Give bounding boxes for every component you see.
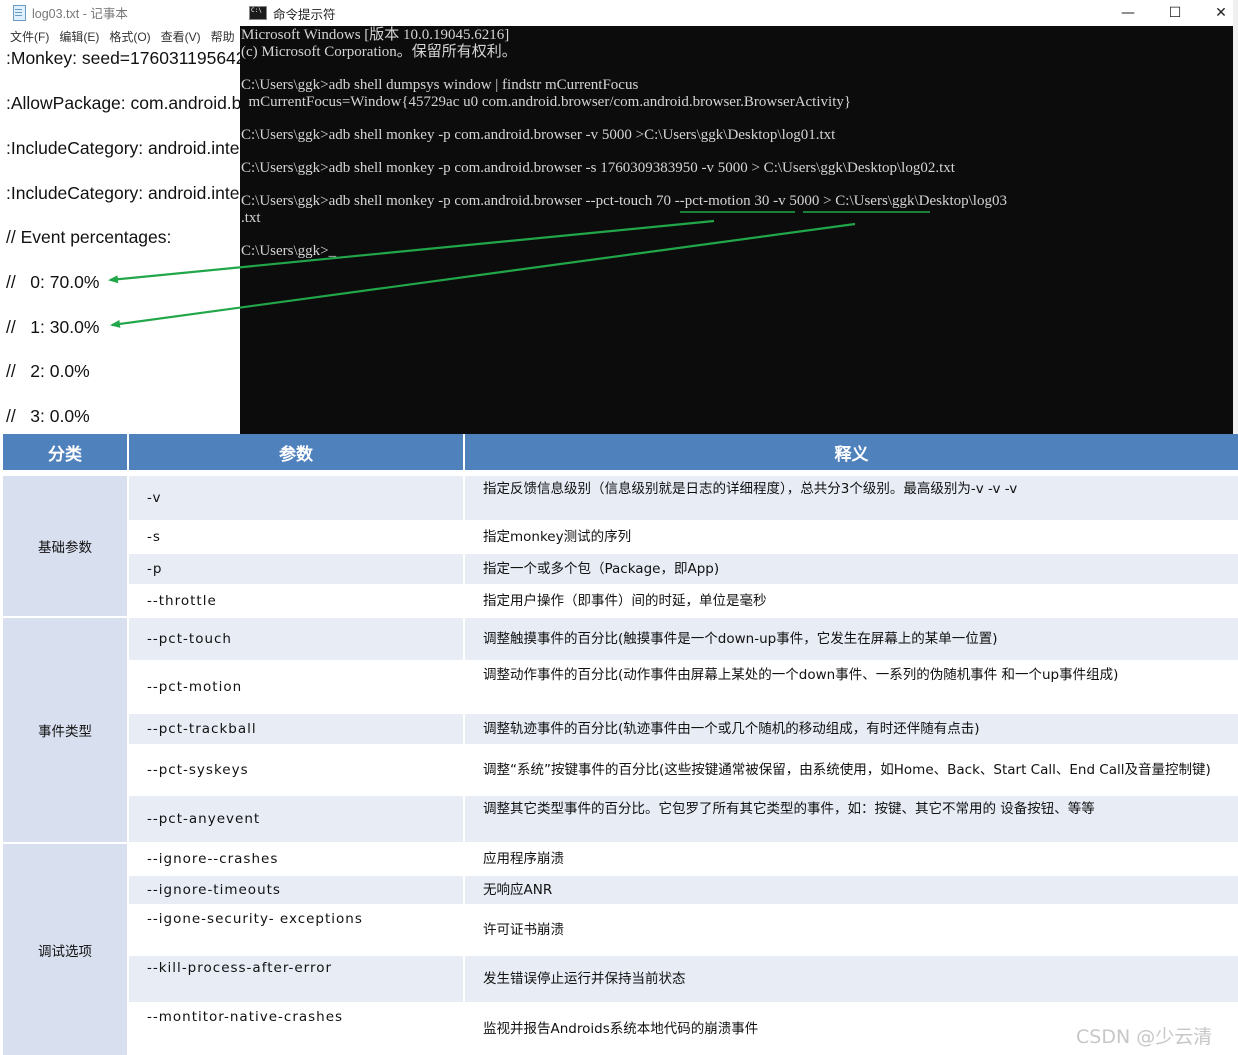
console-prompt-line: C:\Users\ggk>_ [241,243,337,259]
param-cell-v: -v [129,476,463,520]
header-parameter: 参数 [129,434,463,470]
log-line: :IncludeCategory: android.intent.categor… [6,183,242,203]
log-line: // Event percentages: [6,227,172,247]
cmd-titlebar[interactable]: C:\ 命令提示符 — ☐ ✕ [240,0,1233,26]
param-cell-pct-syskeys: --pct-syskeys [129,746,463,794]
param-cell-pct-touch: --pct-touch [129,618,463,660]
desc-cell-throttle: 指定用户操作（即事件）间的时延，单位是毫秒 [465,586,1238,616]
category-event-types: 事件类型 [3,618,127,842]
param-cell-p: -p [129,554,463,584]
category-debug-options: 调试选项 [3,844,127,1055]
cmd-console[interactable]: Microsoft Windows [版本 10.0.19045.6216] (… [240,27,1233,434]
param-cell-s: -s [129,522,463,552]
menu-help[interactable]: 帮助 [211,28,235,45]
param-cell-ignore-timeouts: --ignore-timeouts [129,876,463,904]
desc-cell-s: 指定monkey测试的序列 [465,522,1238,552]
console-line: Microsoft Windows [版本 10.0.19045.6216] [241,27,510,43]
menu-format[interactable]: 格式(O) [109,28,150,45]
param-cell-pct-motion: --pct-motion [129,662,463,712]
cmd-app-icon: C:\ [249,6,267,20]
notepad-titlebar[interactable]: log03.txt - 记事本 [0,0,242,24]
param-cell-ignore-security-exceptions: --igone-security- exceptions [129,906,463,954]
header-category: 分类 [3,434,127,470]
monkey-parameter-table: 分类 参数 释义 基础参数 事件类型 调试选项 -v 指定反馈信息级别（信息级别就… [3,434,1238,1055]
menu-edit[interactable]: 编辑(E) [59,28,99,45]
cmd-title: 命令提示符 [273,7,336,22]
desc-cell-pct-trackball: 调整轨迹事件的百分比(轨迹事件由一个或几个随机的移动组成，有时还伴随有点击) [465,714,1238,744]
menu-file[interactable]: 文件(F) [10,28,49,45]
close-button[interactable]: ✕ [1198,0,1233,26]
log-line-event-1: // 1: 30.0% [6,317,100,337]
notepad-app-icon [12,4,26,21]
log-line: :IncludeCategory: android.intent.categor… [6,138,242,158]
param-cell-ignore-crashes: --ignore--crashes [129,844,463,874]
param-cell-kill-process-after-error: --kill-process-after-error [129,956,463,1002]
notepad-window: log03.txt - 记事本 文件(F) 编辑(E) 格式(O) 查看(V) … [0,0,242,434]
desc-cell-v: 指定反馈信息级别（信息级别就是日志的详细程度），总共分3个级别。最高级别为-v … [465,476,1238,520]
param-cell-pct-trackball: --pct-trackball [129,714,463,744]
notepad-text-area[interactable]: :Monkey: seed=1760311956427 :AllowPackag… [0,44,242,434]
notepad-menubar: 文件(F) 编辑(E) 格式(O) 查看(V) 帮助 [0,26,242,46]
console-line: (c) Microsoft Corporation。保留所有权利。 [241,44,517,60]
minimize-button[interactable]: — [1105,0,1151,26]
desc-cell-p: 指定一个或多个包（Package，即App) [465,554,1238,584]
cmd-scrollbar[interactable] [1233,0,1238,434]
maximize-button[interactable]: ☐ [1152,0,1198,26]
log-line-event-2: // 2: 0.0% [6,361,90,381]
desc-cell-kill-process-after-error: 发生错误停止运行并保持当前状态 [465,956,1238,1002]
desc-cell-pct-syskeys: 调整“系统”按键事件的百分比(这些按键通常被保留，由系统使用，如Home、Bac… [465,746,1238,794]
watermark: CSDN @少云清 [1076,1026,1213,1048]
log-line: :AllowPackage: com.android.browser [6,93,242,113]
console-line: C:\Users\ggk>adb shell dumpsys window | … [241,77,639,93]
desc-cell-pct-motion: 调整动作事件的百分比(动作事件由屏幕上某处的一个down事件、一系列的伪随机事件… [465,662,1238,712]
param-cell-monitor-native-crashes: --montitor-native-crashes [129,1004,463,1055]
menu-view[interactable]: 查看(V) [161,28,201,45]
desc-cell-pct-anyevent: 调整其它类型事件的百分比。它包罗了所有其它类型的事件，如：按键、其它不常用的 设… [465,796,1238,842]
header-description: 释义 [465,434,1238,470]
desc-cell-ignore-timeouts: 无响应ANR [465,876,1238,904]
log-line: :Monkey: seed=1760311956427 [6,48,242,68]
desc-cell-ignore-security-exceptions: 许可证书崩溃 [465,906,1238,954]
log-line-event-0: // 0: 70.0% [6,272,100,292]
console-line: C:\Users\ggk>adb shell monkey -p com.and… [241,160,955,176]
log-line-event-3: // 3: 0.0% [6,406,90,426]
desc-cell-ignore-crashes: 应用程序崩溃 [465,844,1238,874]
param-cell-pct-anyevent: --pct-anyevent [129,796,463,842]
desc-cell-pct-touch: 调整触摸事件的百分比(触摸事件是一个down-up事件，它发生在屏幕上的某单一位… [465,618,1238,660]
console-line: C:\Users\ggk>adb shell monkey -p com.and… [241,127,836,143]
command-prompt-window: C:\ 命令提示符 — ☐ ✕ Microsoft Windows [版本 10… [240,0,1233,434]
category-basic: 基础参数 [3,476,127,616]
notepad-title: log03.txt - 记事本 [32,6,128,21]
console-line: mCurrentFocus=Window{45729ac u0 com.andr… [241,94,852,110]
console-line: C:\Users\ggk>adb shell monkey -p com.and… [241,193,1007,209]
console-line: .txt [241,210,261,226]
param-cell-throttle: --throttle [129,586,463,616]
